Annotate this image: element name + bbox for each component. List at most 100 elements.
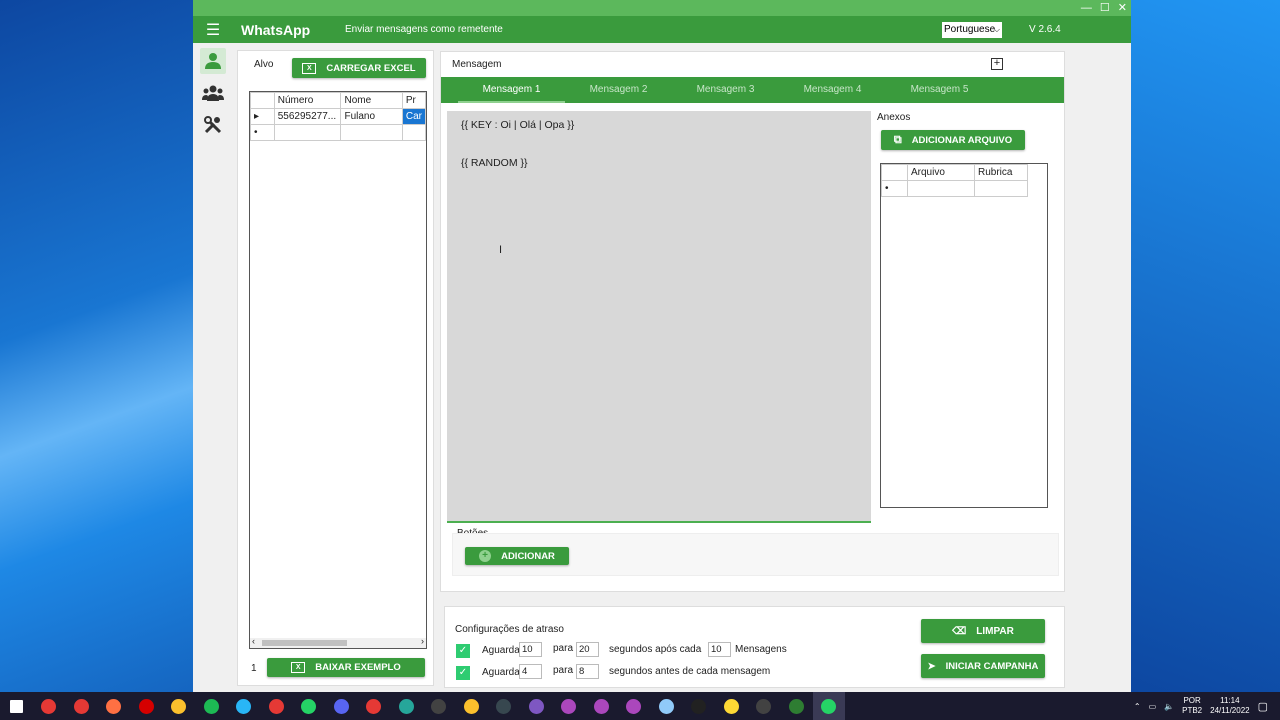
table-row[interactable]: ▸ 556295277... Fulano Car [250, 108, 427, 125]
network-icon[interactable]: ▭ [1149, 702, 1157, 711]
attachments-grid[interactable]: Arquivo Rubrica • [880, 163, 1048, 508]
start-campaign-button[interactable]: ➤ INICIAR CAMPANHA [921, 654, 1045, 678]
taskbar: ⌃ ▭ 🔈 POR PTB2 11:14 24/11/2022 ▢ [0, 692, 1280, 720]
column-header[interactable]: Arquivo [907, 164, 975, 181]
maximize-icon[interactable]: ☐ [1100, 0, 1110, 16]
brave-icon[interactable] [553, 692, 586, 720]
delay-before-from-input[interactable]: 4 [519, 664, 542, 679]
clear-button[interactable]: ⌫ LIMPAR [921, 619, 1045, 643]
table-cell[interactable] [273, 124, 342, 141]
load-excel-button[interactable]: X CARREGAR EXCEL [292, 58, 426, 78]
scroll-left-icon[interactable]: ‹ [252, 636, 255, 646]
chrome-icon[interactable] [65, 692, 98, 720]
add-circle-icon: + [479, 550, 492, 562]
table-cell[interactable] [340, 124, 403, 141]
message-editor[interactable]: {{ KEY : Oi | Olá | Opa }} {{ RANDOM }} … [447, 111, 871, 523]
files-icon[interactable] [455, 692, 488, 720]
table-cell[interactable]: 556295277... [273, 108, 342, 125]
firefox-icon[interactable] [98, 692, 131, 720]
table-row-new[interactable]: • [881, 180, 1028, 197]
eraser-icon: ⌫ [952, 625, 967, 637]
windows-icon[interactable] [0, 692, 33, 720]
row-header-cell [250, 92, 275, 109]
close-icon[interactable]: ✕ [1118, 0, 1127, 16]
add-button[interactable]: + ADICIONAR [465, 547, 569, 565]
tab-mensagem-5[interactable]: Mensagem 5 [886, 77, 993, 103]
row-header-cell [881, 164, 908, 181]
anydesk-icon[interactable] [260, 692, 293, 720]
whatsapp-icon[interactable] [293, 692, 326, 720]
hamburger-menu-icon[interactable]: ☰ [193, 20, 233, 40]
opera-icon[interactable] [130, 692, 163, 720]
attachments-title: Anexos [877, 112, 911, 123]
chrome-icon[interactable] [358, 692, 391, 720]
excel-icon[interactable] [780, 692, 813, 720]
add-file-label: ADICIONAR ARQUIVO [911, 134, 1013, 146]
table-cell[interactable] [974, 180, 1028, 197]
tab-mensagem-3[interactable]: Mensagem 3 [672, 77, 779, 103]
sidebar-contact-button[interactable] [200, 48, 226, 74]
sidebar [193, 43, 233, 692]
delay-after-checkbox[interactable]: ✓ [456, 644, 470, 658]
spotify-icon[interactable] [195, 692, 228, 720]
clock[interactable]: 11:14 24/11/2022 [1210, 696, 1249, 716]
obs-icon[interactable] [423, 692, 456, 720]
messages-count-input[interactable]: 10 [708, 642, 731, 657]
speaker-icon[interactable]: 🔈 [1164, 702, 1174, 711]
system-tray: ⌃ ▭ 🔈 POR PTB2 11:14 24/11/2022 ▢ [1134, 692, 1280, 720]
discord-icon[interactable] [325, 692, 358, 720]
app2-icon[interactable] [715, 692, 748, 720]
target-grid[interactable]: Número Nome Pr ▸ 556295277... Fulano Car… [249, 91, 427, 649]
tools-icon [204, 116, 222, 134]
folder-icon[interactable] [163, 692, 196, 720]
brave-icon[interactable] [585, 692, 618, 720]
app-icon[interactable] [520, 692, 553, 720]
table-cell[interactable] [401, 124, 427, 141]
tab-mensagem-1[interactable]: Mensagem 1 [458, 77, 565, 103]
tab-mensagem-4[interactable]: Mensagem 4 [779, 77, 886, 103]
chat-icon[interactable] [488, 692, 521, 720]
brave-icon[interactable] [618, 692, 651, 720]
delay-after-from-input[interactable]: 10 [519, 642, 542, 657]
keyboard-language[interactable]: POR PTB2 [1182, 696, 1202, 716]
column-header[interactable]: Pr [401, 92, 427, 109]
scroll-right-icon[interactable]: › [421, 636, 424, 646]
sidebar-groups-button[interactable] [200, 80, 226, 106]
taskbar-icons [0, 692, 845, 720]
delay-before-to-input[interactable]: 8 [576, 664, 599, 679]
tray-chevron-icon[interactable]: ⌃ [1134, 702, 1141, 711]
hs-icon[interactable] [683, 692, 716, 720]
delay-before-checkbox[interactable]: ✓ [456, 666, 470, 680]
whatsapp-icon[interactable] [812, 692, 845, 720]
tab-mensagem-2[interactable]: Mensagem 2 [565, 77, 672, 103]
chrome-icon[interactable] [33, 692, 66, 720]
message-panel: Mensagem + Mensagem 1 Mensagem 2 Mensage… [440, 51, 1065, 592]
load-excel-label: CARREGAR EXCEL [326, 62, 416, 74]
telegram-icon[interactable] [228, 692, 261, 720]
notepad-icon[interactable] [650, 692, 683, 720]
add-button-label: ADICIONAR [501, 550, 555, 562]
add-tab-icon[interactable]: + [991, 58, 1003, 70]
delay-title: Configurações de atraso [455, 624, 564, 635]
download-example-button[interactable]: X BAIXAR EXEMPLO [267, 658, 425, 677]
column-header[interactable]: Número [273, 92, 342, 109]
language-select[interactable]: Portuguese ⌵ [942, 22, 1002, 38]
column-header[interactable]: Nome [340, 92, 403, 109]
add-file-button[interactable]: ⧉ ADICIONAR ARQUIVO [881, 130, 1025, 150]
table-cell[interactable] [907, 180, 975, 197]
message-tabs: Mensagem 1 Mensagem 2 Mensagem 3 Mensage… [441, 77, 1064, 103]
scroll-thumb[interactable] [262, 640, 347, 646]
sidebar-tools-button[interactable] [200, 112, 226, 138]
delay-after-to-input[interactable]: 20 [576, 642, 599, 657]
table-cell[interactable]: Car [401, 108, 427, 125]
table-cell[interactable]: Fulano [340, 108, 403, 125]
after-each-label: segundos após cada [609, 644, 702, 655]
edge-icon[interactable] [390, 692, 423, 720]
notifications-icon[interactable]: ▢ [1258, 700, 1268, 713]
clear-label: LIMPAR [976, 625, 1014, 637]
horizontal-scrollbar[interactable]: ‹ › [250, 636, 426, 648]
column-header[interactable]: Rubrica [974, 164, 1028, 181]
search-app-icon[interactable] [748, 692, 781, 720]
table-row-new[interactable]: • [250, 124, 427, 141]
minimize-icon[interactable]: — [1081, 0, 1092, 16]
